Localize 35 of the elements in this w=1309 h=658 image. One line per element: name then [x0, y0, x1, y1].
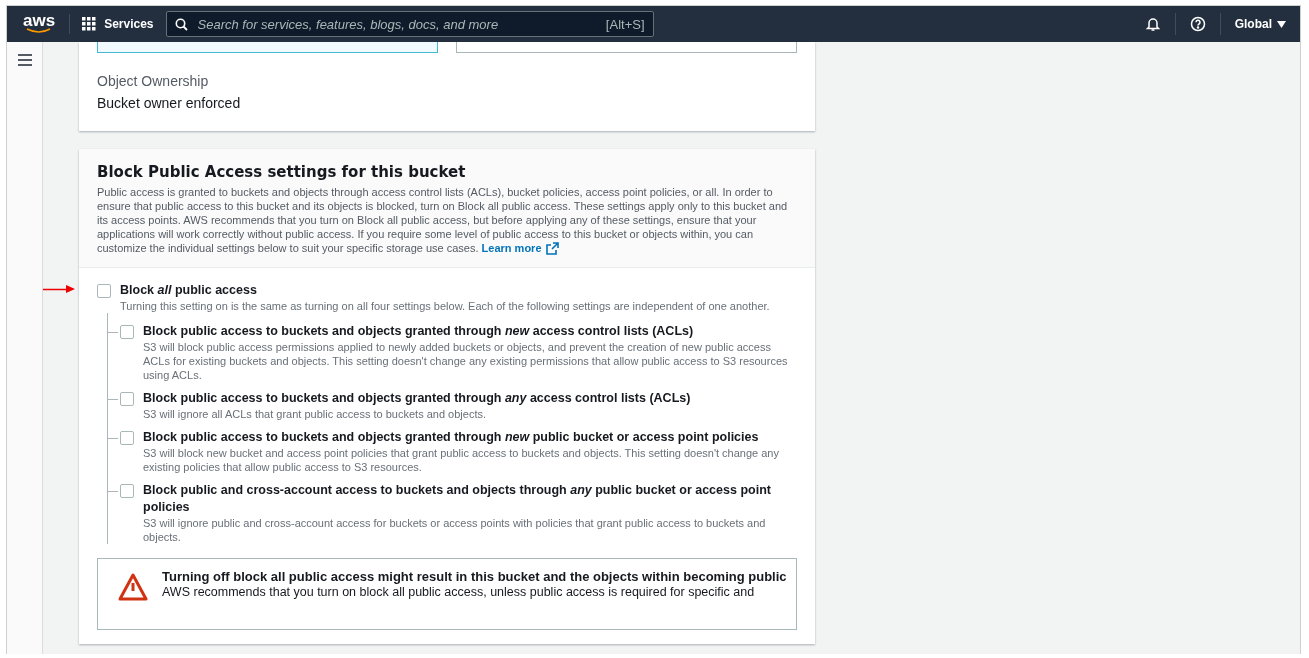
checkbox[interactable] [97, 284, 111, 298]
learn-more-link[interactable]: Learn more [481, 241, 559, 255]
option-description: S3 will ignore public and cross-account access for buckets or access points with policies that grant public access to buckets and objects. [143, 516, 767, 544]
option-description: S3 will block new bucket and access point policies that grant public access to buckets and objects. This setting doesn't change any existing policies that allow public access to S3 resources. [143, 446, 780, 474]
checkbox[interactable] [120, 484, 134, 498]
menu-icon[interactable] [17, 54, 32, 68]
checkbox[interactable] [120, 431, 134, 445]
search-field[interactable]: Search for services, features, blogs, docs, and more [195, 15, 598, 33]
caret-icon [1277, 20, 1286, 28]
option-label: Block all public access [120, 282, 258, 299]
search-icon [174, 17, 188, 31]
warning-text: AWS recommends that you turn on block all public access, unless public access is required for specific and [162, 585, 756, 599]
services-menu[interactable]: Services [70, 17, 166, 31]
logo[interactable]: aws [23, 14, 71, 34]
checkbox[interactable] [120, 325, 134, 339]
option-description: S3 will ignore all ACLs that grant public access to buckets and objects. [143, 407, 488, 421]
grid-icon [82, 17, 97, 31]
checkbox[interactable] [120, 392, 134, 406]
warning-title: Turning off block all public access might result in this bucket and the objects within becoming public [162, 569, 787, 584]
option-label: Block public access to buckets and objects granted through any access control lists (ACLs) [143, 390, 691, 407]
pointer-arrow-icon [43, 285, 75, 293]
search-bar[interactable]: Search for services, features, blogs, docs, and more [Alt+S] [165, 11, 654, 37]
keyboard-shortcut: [Alt+S] [605, 16, 645, 32]
field-value: Bucket owner enforced [97, 95, 242, 111]
option-description: Turning this setting on is the same as turning on all four settings below. Each of the following settings are independent of one another. [120, 299, 770, 313]
option-description: S3 will block public access permissions applied to newly added buckets or objects, and prevent the creation of new public access ACLs for existing buckets and objects. This setting doesn't change any existing permissions that allow public access to S3 resources using ACLs. [143, 340, 789, 382]
option-label: Block public and cross-account access to buckets and objects through any public bucket or access point policies [143, 482, 772, 516]
external-link-icon [545, 241, 559, 255]
section-title: Block Public Access settings for this bucket [97, 163, 467, 181]
option-label: Block public access to buckets and objects granted through new access control lists (ACLs) [143, 323, 695, 340]
option-label: Block public access to buckets and objects granted through new public bucket or access point policies [143, 429, 760, 446]
section-description: Public access is granted to buckets and objects through access control lists (ACLs), bucket policies, access point policies, or all. In order to ensure that public access to this bucket and its objects is blocked, turn on Block all public access. These settings apply only to this bucket and its access points. AWS recommends that you turn on Block all public access, but before applying any of these settings, ensure that your applications will work correctly without public access. If you require some level of public access to this bucket or objects within, you can customize the individual settings below to suit your specific storage use cases. Learn more [97, 185, 789, 255]
region-selector[interactable]: Global [1220, 17, 1286, 31]
warning-icon [118, 573, 148, 601]
field-label: Object Ownership [97, 73, 210, 89]
